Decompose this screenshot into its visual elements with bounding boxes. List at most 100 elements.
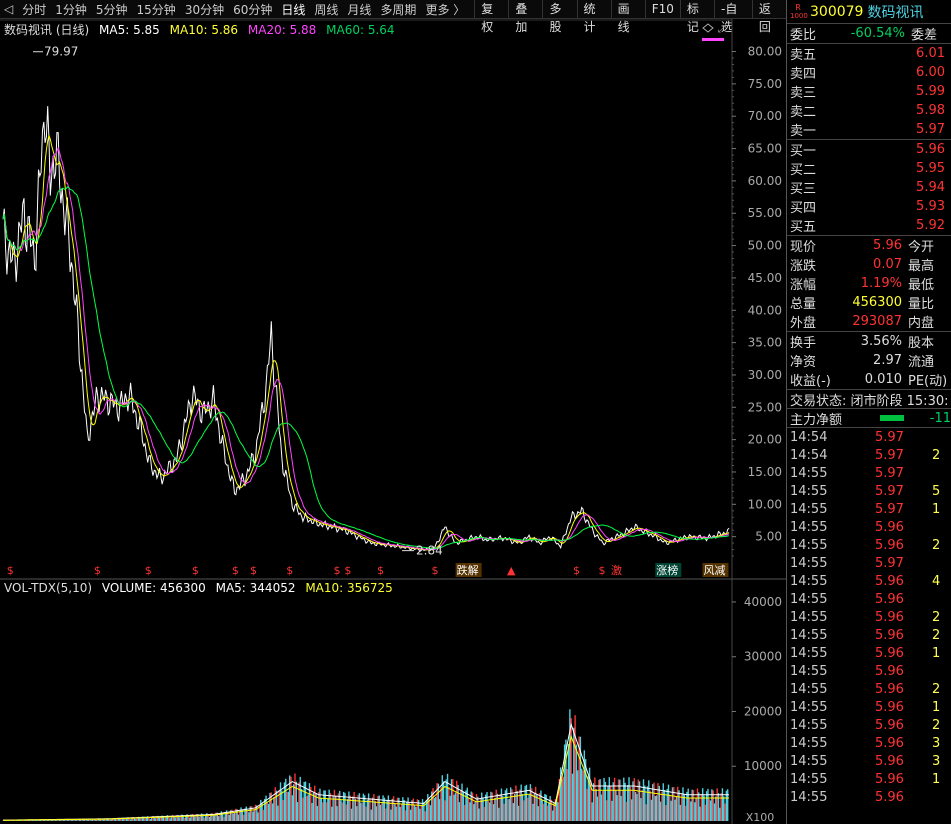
tick-time: 14:55 xyxy=(790,681,828,697)
main-flow-label: 主力净额 xyxy=(790,412,843,428)
tick-price: 5.97 xyxy=(875,465,904,481)
tick-volume: 1 xyxy=(932,501,941,517)
tick-row: 14:55 5.97 xyxy=(787,464,951,482)
ask-row: 卖四 6.00 xyxy=(787,63,951,82)
main-flow-row: 主力净额 -11 xyxy=(787,408,951,428)
y-tick-label: 5.00 xyxy=(755,530,782,544)
period-tab[interactable]: 30分钟 xyxy=(185,1,224,18)
stat-row-label: 总量 xyxy=(790,297,817,312)
stat2-row-label: 换手 xyxy=(790,336,817,351)
ma60-label: MA60: 5.64 xyxy=(326,23,395,37)
period-tab[interactable]: 周线 xyxy=(314,1,338,18)
volume-value: VOLUME: 456300 xyxy=(101,581,206,595)
stat-row-label2: 最高 xyxy=(908,259,935,274)
period-toolbar: ◁ 分时 1分钟 5分钟 15分钟 30分钟 60分钟 日线 周线 月线 多周期 更多 〉 复权 叠加… xyxy=(0,0,786,34)
stat2-row-label: 净资 xyxy=(790,355,817,370)
period-tab[interactable]: 1分钟 xyxy=(55,1,87,18)
tick-price: 5.96 xyxy=(875,537,904,553)
action-button[interactable]: 标记 xyxy=(679,0,714,34)
ma5-label: MA5: 5.85 xyxy=(99,23,160,37)
event-marker: $ xyxy=(145,564,152,577)
tick-row: 14:55 5.96 1 xyxy=(787,644,951,662)
action-button[interactable]: -自选 xyxy=(714,0,752,34)
tick-time: 14:55 xyxy=(790,735,828,751)
y-tick-label: 25.00 xyxy=(748,400,782,414)
tick-price: 5.96 xyxy=(875,789,904,805)
event-marker: 激 xyxy=(611,563,622,577)
tick-time: 14:55 xyxy=(790,753,828,769)
bid-row-label: 买三 xyxy=(790,182,817,197)
tick-price: 5.96 xyxy=(875,771,904,787)
event-marker: 涨榜 xyxy=(656,563,678,577)
ask-row-label: 卖二 xyxy=(790,105,817,120)
action-button[interactable]: 复权 xyxy=(474,0,508,34)
period-tab[interactable]: 分时 xyxy=(22,1,46,18)
period-tab[interactable]: 60分钟 xyxy=(233,1,272,18)
tick-time: 14:55 xyxy=(790,591,828,607)
event-marker: $ xyxy=(250,564,257,577)
period-tab[interactable]: 5分钟 xyxy=(96,1,128,18)
stat2-row: 换手 3.56% 股本 xyxy=(787,332,951,351)
tick-time: 14:55 xyxy=(790,717,828,733)
period-tab[interactable]: 15分钟 xyxy=(137,1,176,18)
y-tick-label: 10.00 xyxy=(748,497,782,511)
nav-prev-icon[interactable]: ◁ xyxy=(4,2,13,16)
action-button[interactable]: 统计 xyxy=(576,0,611,34)
y-tick-label: 60.00 xyxy=(748,174,782,188)
stock-header: R 1000 300079 数码视讯 xyxy=(787,0,951,24)
y-tick-label: 35.00 xyxy=(748,336,782,350)
ask-row-value: 5.99 xyxy=(916,84,945,99)
action-button[interactable]: 返回 xyxy=(751,0,786,34)
stat-row: 涨跌 0.07 最高 xyxy=(787,255,951,274)
kline-chart[interactable]: 80.00 75.00 70.00 65.00 60.00 55.00 50.00 45.00… xyxy=(0,19,786,824)
action-button[interactable]: 画线 xyxy=(610,0,645,34)
stat2-row-value: 0.010 xyxy=(864,372,902,387)
action-button[interactable]: 多股 xyxy=(542,0,576,34)
tick-volume: 2 xyxy=(932,627,941,643)
action-button[interactable]: 叠加 xyxy=(508,0,542,34)
trade-status: 交易状态: 闭市阶段 15:30: xyxy=(790,393,949,409)
period-tab[interactable]: 多周期 xyxy=(380,1,416,18)
event-marker: $ xyxy=(598,564,605,577)
tick-time: 14:55 xyxy=(790,555,828,571)
event-marker: $ xyxy=(192,564,199,577)
y-tick-label: 30.00 xyxy=(748,368,782,382)
tick-price: 5.96 xyxy=(875,681,904,697)
tick-volume: 2 xyxy=(932,537,941,553)
ask-row-label: 卖三 xyxy=(790,86,817,101)
tick-volume: 1 xyxy=(932,645,941,661)
stat2-row-label2: 流通 xyxy=(908,355,935,370)
price-legend: 数码视讯 (日线) MA5: 5.85 MA10: 5.86 MA20: 5.8… xyxy=(4,21,401,38)
ask-row-label: 卖四 xyxy=(790,67,817,82)
ma-indicator-icon xyxy=(702,38,724,41)
period-tab[interactable]: 日线 xyxy=(281,1,305,18)
tick-price: 5.97 xyxy=(875,447,904,463)
diamond-icon xyxy=(702,23,714,33)
stat-row-label2: 量比 xyxy=(908,297,935,312)
stat2-row: 收益(-) 0.010 PE(动) xyxy=(787,370,951,389)
stat2-row: 净资 2.97 流通 xyxy=(787,351,951,370)
stat-row-label: 外盘 xyxy=(790,316,817,331)
tick-price: 5.96 xyxy=(875,573,904,589)
tick-price: 5.96 xyxy=(875,519,904,535)
tick-time: 14:55 xyxy=(790,537,828,553)
tick-price: 5.97 xyxy=(875,429,904,445)
event-marker: 跌解 xyxy=(457,563,479,577)
tick-price: 5.96 xyxy=(875,699,904,715)
period-tab[interactable]: 月线 xyxy=(347,1,371,18)
bid-row-label: 买二 xyxy=(790,163,817,178)
bid-row-label: 买四 xyxy=(790,201,817,216)
y-tick-label: 40.00 xyxy=(748,303,782,317)
period-tab[interactable]: 更多 〉 xyxy=(425,1,465,18)
tick-price: 5.96 xyxy=(875,753,904,769)
action-button[interactable]: F10 xyxy=(644,0,680,18)
y-tick-label: 20.00 xyxy=(748,433,782,447)
quote-panel: R 1000 300079 数码视讯 委比 -60.54% 委差 卖五 6.01 卖… xyxy=(786,0,951,824)
tick-row: 14:55 5.96 xyxy=(787,788,951,806)
tick-row: 14:55 5.96 xyxy=(787,662,951,680)
tick-price: 5.96 xyxy=(875,645,904,661)
ask-row: 卖三 5.99 xyxy=(787,82,951,101)
tick-time: 14:55 xyxy=(790,645,828,661)
stat-row-value: 456300 xyxy=(852,295,902,310)
bid-row: 买四 5.93 xyxy=(787,197,951,216)
